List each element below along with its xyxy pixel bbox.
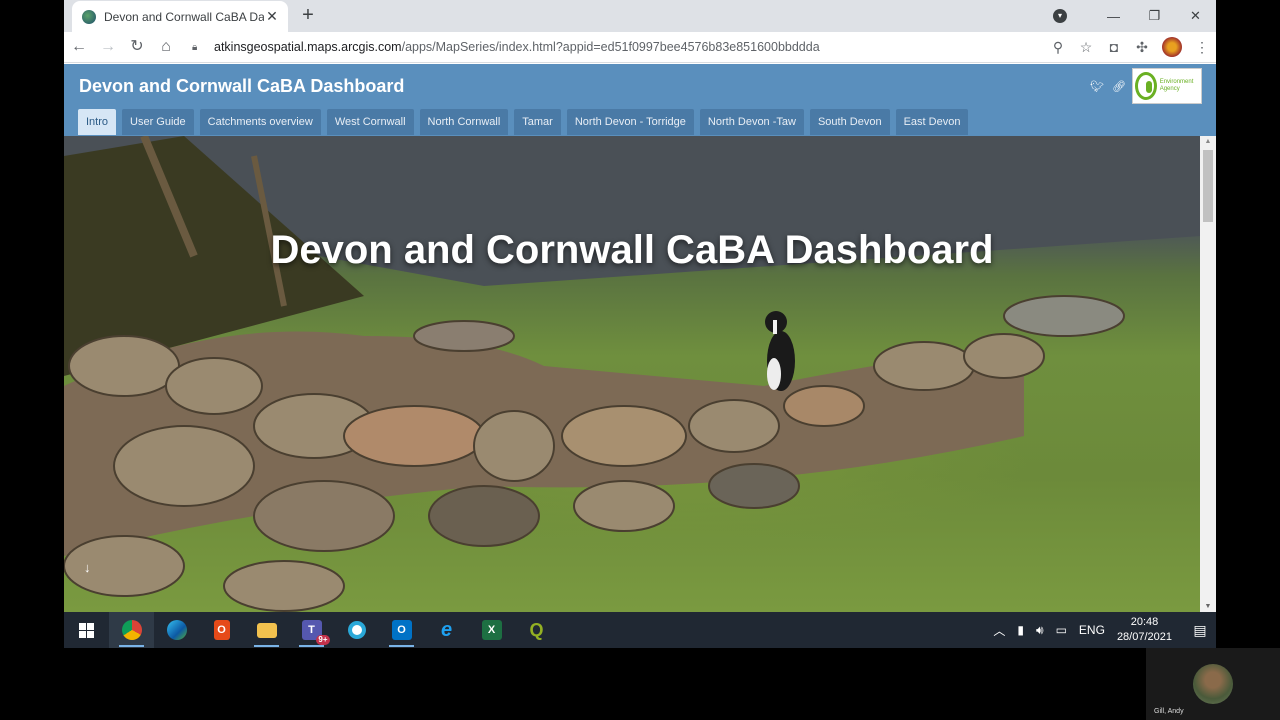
dog	[765, 311, 795, 391]
taskbar-qgis[interactable]: Q	[514, 612, 559, 648]
tab-south-devon[interactable]: South Devon	[809, 109, 890, 135]
close-tab-icon[interactable]: ✕	[264, 8, 280, 25]
app-header: Devon and Cornwall CaBA Dashboard 🐦︎ 🔗︎ …	[64, 64, 1216, 136]
close-window-button[interactable]: ✕	[1175, 8, 1216, 24]
minimize-button[interactable]: —	[1093, 9, 1134, 24]
clock[interactable]: 20:48 28/07/2021	[1117, 615, 1172, 645]
taskbar-office[interactable]: O	[199, 612, 244, 648]
forward-button[interactable]: →	[94, 33, 122, 61]
home-button[interactable]: ⌂	[152, 33, 180, 61]
show-hidden-icons-icon[interactable]: ︿	[993, 622, 1005, 639]
usb-icon[interactable]: ▮	[1017, 623, 1024, 637]
url-text: atkinsgeospatial.maps.arcgis.com/apps/Ma…	[214, 40, 820, 54]
bookmark-star-icon[interactable]: ☆	[1072, 33, 1100, 61]
clock-time: 20:48	[1130, 616, 1159, 628]
restore-button[interactable]: ❐	[1134, 8, 1175, 24]
qgis-icon: Q	[529, 620, 544, 640]
excel-icon: X	[481, 620, 502, 640]
office-icon: O	[213, 620, 230, 640]
screen: Devon and Cornwall CaBA Dashb ✕ + ▾ — ❐ …	[64, 0, 1216, 648]
reload-button[interactable]: ↻	[123, 33, 151, 61]
tab-north-devon-taw[interactable]: North Devon -Taw	[699, 109, 804, 135]
back-button[interactable]: ←	[65, 33, 93, 61]
chrome-icon	[121, 620, 142, 640]
internet-explorer-icon: e	[440, 619, 453, 641]
video-call-tile: Gill, Andy	[1146, 648, 1280, 720]
teams-notification-badge: 9+	[316, 635, 330, 645]
folder-icon	[256, 622, 277, 638]
tab-north-cornwall[interactable]: North Cornwall	[419, 109, 509, 135]
scrollbar-thumb[interactable]	[1203, 150, 1213, 222]
notifications-icon[interactable]: ▤	[1184, 622, 1216, 639]
environment-agency-logo-mark	[1135, 72, 1157, 100]
link-icon[interactable]: 🔗︎	[1112, 80, 1126, 93]
volume-icon[interactable]: 🔊︎	[1036, 623, 1044, 638]
participant-avatar	[1193, 664, 1233, 704]
battery-icon[interactable]: ▭	[1056, 623, 1067, 637]
browser-tab[interactable]: Devon and Cornwall CaBA Dashb ✕	[72, 1, 288, 32]
tab-north-devon-torridge[interactable]: North Devon - Torridge	[566, 109, 694, 135]
chrome-menu-icon[interactable]: ⋮	[1188, 33, 1216, 61]
app-title: Devon and Cornwall CaBA Dashboard	[79, 76, 405, 96]
windows-logo-icon	[79, 622, 94, 638]
hero-image: Devon and Cornwall CaBA Dashboard ↓	[64, 136, 1200, 612]
tab-user-guide[interactable]: User Guide	[122, 109, 194, 135]
series-tabs: Intro User Guide Catchments overview Wes…	[78, 109, 969, 135]
share-links: 🐦︎ 🔗︎	[1090, 80, 1126, 93]
tab-catchments-overview[interactable]: Catchments overview	[199, 109, 321, 135]
extensions-puzzle-icon[interactable]: ✣	[1128, 33, 1156, 61]
language-indicator[interactable]: ENG	[1079, 623, 1105, 637]
browser-toolbar: ← → ↻ ⌂ 🔒︎ atkinsgeospatial.maps.arcgis.…	[64, 32, 1216, 63]
scroll-down-arrow-icon[interactable]: ▼	[1200, 603, 1216, 610]
logo-text: Environment Agency	[1159, 79, 1194, 92]
tab-east-devon[interactable]: East Devon	[895, 109, 969, 135]
taskbar-excel[interactable]: X	[469, 612, 514, 648]
pocket-extension-icon[interactable]: ◘	[1100, 33, 1128, 61]
start-button[interactable]	[64, 612, 109, 648]
tab-title: Devon and Cornwall CaBA Dashb	[104, 9, 264, 24]
browser-tab-strip: Devon and Cornwall CaBA Dashb ✕ + ▾ — ❐ …	[64, 0, 1216, 32]
window-controls: ▾ — ❐ ✕	[1053, 0, 1216, 32]
page-scrollbar[interactable]: ▲ ▼	[1200, 136, 1216, 612]
url-host: atkinsgeospatial.maps.arcgis.com	[214, 40, 402, 54]
environment-agency-logo: Environment Agency	[1132, 68, 1202, 104]
stone-wall-illustration	[64, 136, 1200, 612]
tab-intro[interactable]: Intro	[78, 109, 117, 135]
clock-date: 28/07/2021	[1116, 631, 1172, 643]
outlook-icon: O	[391, 620, 412, 640]
scroll-down-icon[interactable]: ↓	[84, 560, 91, 575]
scroll-up-arrow-icon[interactable]: ▲	[1200, 138, 1216, 145]
hero-title: Devon and Cornwall CaBA Dashboard	[270, 228, 994, 272]
edge-icon	[166, 620, 187, 640]
taskbar-teams[interactable]: T 9+	[289, 612, 334, 648]
url-path: /apps/MapSeries/index.html?appid=ed51f09…	[401, 40, 820, 54]
teams-icon: T 9+	[301, 620, 330, 645]
twitter-icon[interactable]: 🐦︎	[1090, 80, 1104, 93]
tab-tamar[interactable]: Tamar	[514, 109, 561, 135]
lock-icon[interactable]: 🔒︎	[192, 42, 202, 53]
taskbar-edge[interactable]	[154, 612, 199, 648]
taskbar-cortana[interactable]	[334, 612, 379, 648]
system-tray: ︿ ▮ 🔊︎ ▭ ENG 20:48 28/07/2021 ▤	[987, 612, 1216, 648]
taskbar-file-explorer[interactable]	[244, 612, 289, 648]
taskbar-internet-explorer[interactable]: e	[424, 612, 469, 648]
address-bar[interactable]: 🔒︎ atkinsgeospatial.maps.arcgis.com/apps…	[186, 35, 1038, 59]
tab-west-cornwall[interactable]: West Cornwall	[326, 109, 414, 135]
favicon-icon	[82, 9, 96, 24]
taskbar-outlook[interactable]: O	[379, 612, 424, 648]
zoom-icon[interactable]: ⚲	[1044, 33, 1072, 61]
profile-avatar[interactable]	[1162, 37, 1182, 57]
tab-search-icon[interactable]: ▾	[1053, 9, 1067, 23]
new-tab-button[interactable]: +	[296, 4, 320, 28]
participant-name: Gill, Andy	[1154, 708, 1184, 715]
windows-taskbar: O T 9+ O e X Q ︿ ▮ 🔊︎ ▭ ENG 20:48 28/07/…	[64, 612, 1216, 648]
cortana-icon	[347, 621, 366, 639]
taskbar-chrome[interactable]	[109, 612, 154, 648]
